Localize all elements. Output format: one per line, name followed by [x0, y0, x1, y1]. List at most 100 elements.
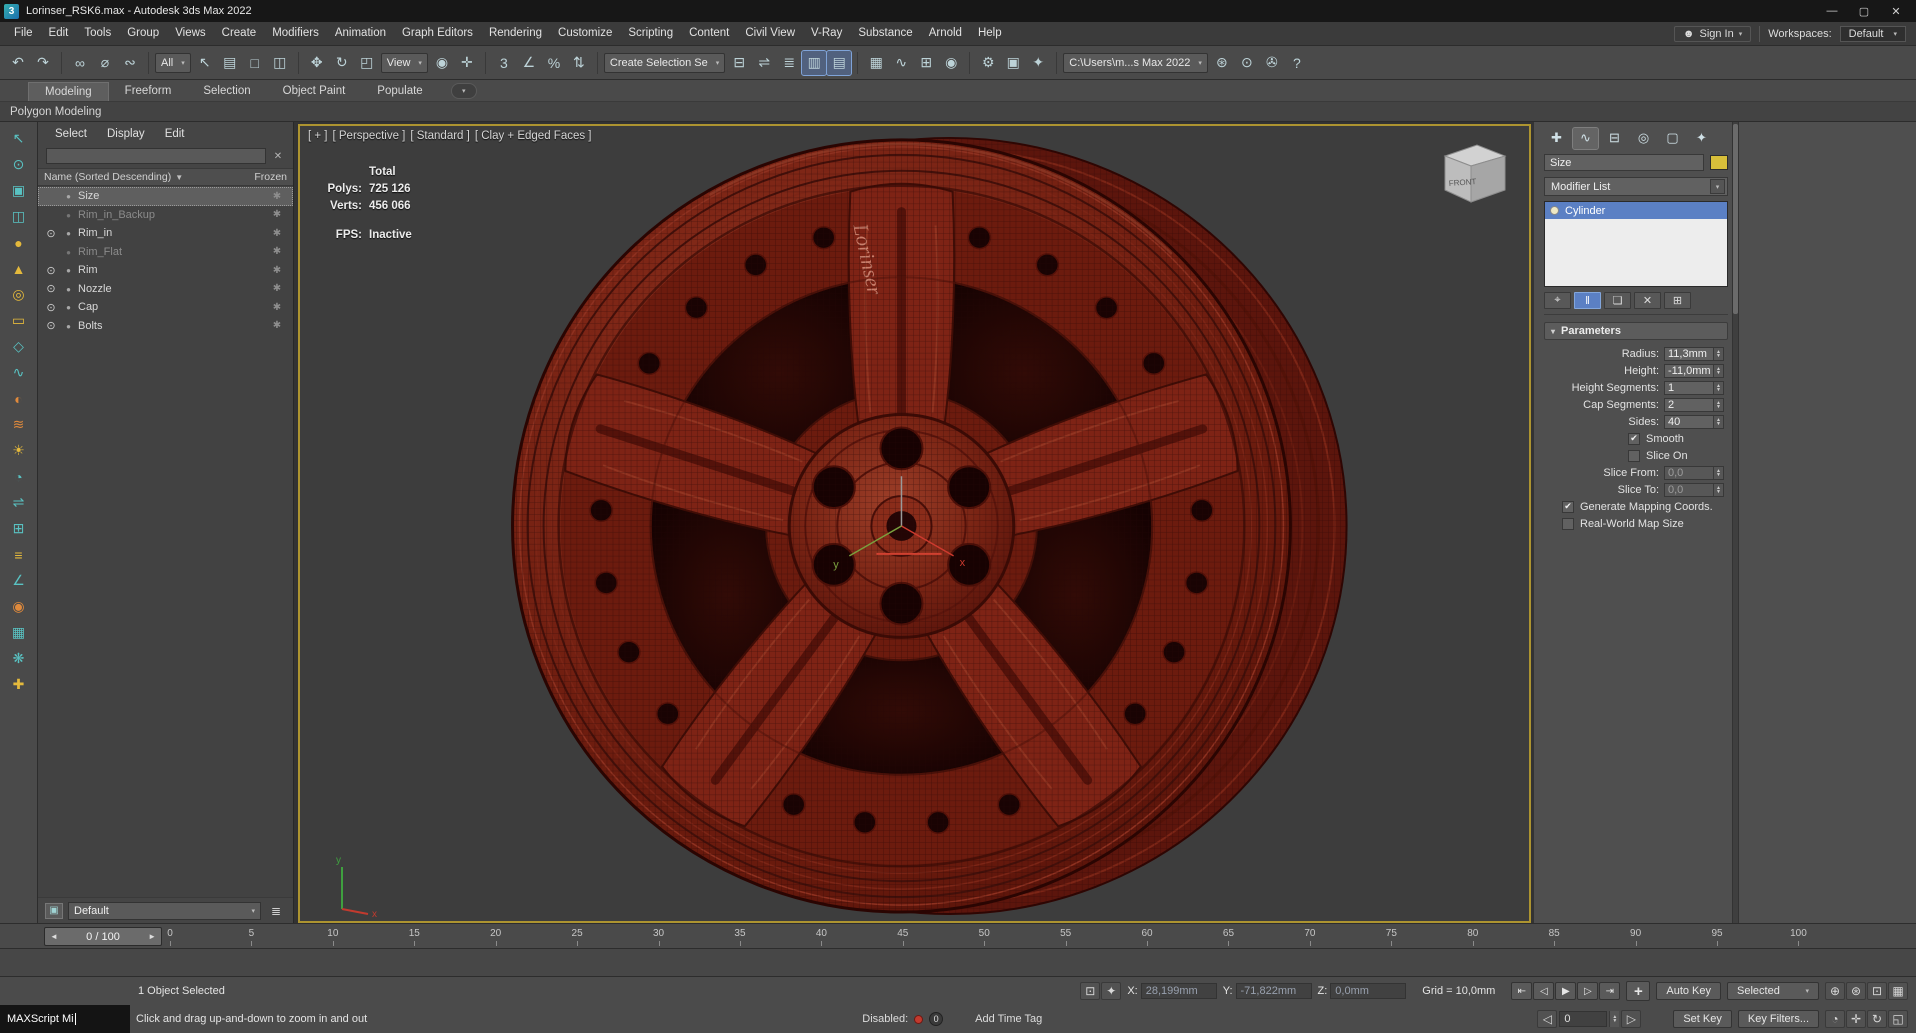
- scene-object-row[interactable]: Rim_in_Backup: [38, 206, 293, 225]
- spinner-arrows-icon[interactable]: ▲ ▼: [1713, 466, 1723, 479]
- viewport-standard-menu[interactable]: [ Standard ]: [410, 130, 469, 142]
- maximize-button[interactable]: ▢: [1848, 1, 1880, 21]
- frozen-toggle-icon[interactable]: [266, 302, 288, 313]
- active-layer-dropdown[interactable]: Default ▾: [68, 901, 261, 920]
- frozen-column-header[interactable]: Frozen: [254, 171, 287, 183]
- parameter-checkbox[interactable]: [1562, 517, 1574, 530]
- spinner-arrows-icon[interactable]: ▲ ▼: [1713, 398, 1723, 411]
- timeline-tick[interactable]: 65: [1223, 924, 1309, 948]
- create-tab-icon[interactable]: ✚: [1544, 128, 1569, 149]
- time-slider[interactable]: ◄ 0 / 100 ►: [44, 927, 162, 946]
- align-icon[interactable]: ≣: [777, 51, 801, 75]
- asset-library-icon[interactable]: ⊛: [1210, 51, 1234, 75]
- adaptive-degradation-icon[interactable]: 0: [929, 1012, 944, 1026]
- remove-modifier-icon[interactable]: ✕: [1634, 292, 1661, 309]
- timeline-tick[interactable]: 0: [167, 924, 251, 948]
- workspaces-dropdown[interactable]: Default ▾: [1839, 25, 1906, 42]
- snap-toggle-icon[interactable]: 3: [492, 51, 516, 75]
- show-end-result-icon[interactable]: ‖: [1574, 292, 1601, 309]
- menu-item[interactable]: File: [6, 22, 41, 45]
- add-time-tag[interactable]: Add Time Tag: [975, 1013, 1042, 1025]
- select-object-icon[interactable]: ↖: [193, 51, 217, 75]
- menu-item[interactable]: Group: [119, 22, 167, 45]
- spinner-arrows-icon[interactable]: ▲ ▼: [1713, 347, 1723, 360]
- selection-region-icon[interactable]: □: [243, 51, 267, 75]
- zoom-all-icon[interactable]: ⊛: [1846, 982, 1866, 1000]
- explorer-menu[interactable]: Select: [46, 128, 96, 140]
- object-color-swatch[interactable]: [1710, 155, 1728, 170]
- cylinder-primitive-icon[interactable]: ◫: [5, 204, 33, 229]
- configure-modifier-sets-icon[interactable]: ⊞: [1664, 292, 1691, 309]
- loft-icon[interactable]: ≋: [5, 412, 33, 437]
- close-button[interactable]: ✕: [1880, 1, 1912, 21]
- display-tab-icon[interactable]: ▢: [1660, 128, 1685, 149]
- scene-object-row[interactable]: Rim_in: [38, 224, 293, 243]
- shapes-icon[interactable]: ◇: [5, 334, 33, 359]
- frozen-toggle-icon[interactable]: [266, 283, 288, 294]
- uvw-map-icon[interactable]: ▦: [5, 620, 33, 645]
- set-key-button[interactable]: Set Key: [1673, 1010, 1732, 1028]
- current-frame-field[interactable]: 0: [1559, 1011, 1608, 1027]
- timeline-tick[interactable]: 50: [979, 924, 1065, 948]
- frozen-toggle-icon[interactable]: [266, 246, 288, 257]
- menu-item[interactable]: V-Ray: [803, 22, 850, 45]
- edit-named-selections-icon[interactable]: ⊟: [727, 51, 751, 75]
- timeline-tick[interactable]: 95: [1711, 924, 1798, 948]
- array-tool-icon[interactable]: ⊞: [5, 516, 33, 541]
- scene-object-row[interactable]: Cap: [38, 298, 293, 317]
- parameter-checkbox[interactable]: [1628, 432, 1640, 445]
- make-unique-icon[interactable]: ❏: [1604, 292, 1631, 309]
- redo-icon[interactable]: ↷: [31, 51, 55, 75]
- parameter-spinner-field[interactable]: 0,0 ▲ ▼: [1664, 482, 1724, 497]
- material-sphere-icon[interactable]: ◉: [5, 594, 33, 619]
- schematic-view-icon[interactable]: ⊞: [914, 51, 938, 75]
- ribbon-tab[interactable]: Modeling: [28, 82, 109, 101]
- modifier-enabled-icon[interactable]: [1550, 206, 1559, 215]
- parameters-rollout-header[interactable]: ▾ Parameters: [1544, 322, 1728, 340]
- sphere-primitive-icon[interactable]: ●: [5, 230, 33, 255]
- isolate-toggle-icon[interactable]: ⊙: [1235, 51, 1259, 75]
- sign-in-button[interactable]: ☻ Sign In ▾: [1673, 25, 1752, 42]
- menu-item[interactable]: Animation: [327, 22, 394, 45]
- previous-frame-button[interactable]: ◁: [1533, 982, 1555, 1000]
- menu-item[interactable]: Scripting: [620, 22, 681, 45]
- frame-forward-icon[interactable]: ▷: [1621, 1010, 1642, 1028]
- reset-xform-icon[interactable]: ✚: [5, 672, 33, 697]
- camera-icon[interactable]: ◔: [5, 464, 33, 489]
- timeline-tick[interactable]: 60: [1142, 924, 1228, 948]
- unlink-selection-icon[interactable]: ⌀: [93, 51, 117, 75]
- bind-to-spacewarp-icon[interactable]: ∾: [118, 51, 142, 75]
- spinner-arrows-icon[interactable]: ▲ ▼: [1713, 483, 1723, 496]
- menu-item[interactable]: Edit: [41, 22, 77, 45]
- go-to-end-button[interactable]: ⇥: [1599, 982, 1621, 1000]
- graphite-ribbon-icon[interactable]: ▦: [864, 51, 888, 75]
- cone-primitive-icon[interactable]: ▲: [5, 256, 33, 281]
- boolean-icon[interactable]: ◐: [5, 386, 33, 411]
- ribbon-options-button[interactable]: ▾: [450, 83, 477, 99]
- ribbon-section-polygon-modeling[interactable]: Polygon Modeling: [0, 102, 1916, 122]
- render-setup-icon[interactable]: ⚙: [976, 51, 1000, 75]
- spinner-snap-icon[interactable]: ⇅: [567, 51, 591, 75]
- frozen-toggle-icon[interactable]: [266, 228, 288, 239]
- modify-tab-icon[interactable]: ∿: [1572, 126, 1599, 150]
- timeline-tick[interactable]: 90: [1630, 924, 1717, 948]
- material-editor-icon[interactable]: ◉: [939, 51, 963, 75]
- select-and-move-icon[interactable]: ✥: [305, 51, 329, 75]
- next-frame-arrow-icon[interactable]: ►: [148, 932, 156, 941]
- named-selection-set-combo[interactable]: Create Selection Se ▾: [603, 52, 726, 73]
- scene-object-row[interactable]: Bolts: [38, 317, 293, 336]
- motion-tab-icon[interactable]: ◎: [1631, 128, 1656, 149]
- timeline-tick[interactable]: 70: [1304, 924, 1391, 948]
- spinner-arrows-icon[interactable]: ▲ ▼: [1713, 364, 1723, 377]
- wheel-model[interactable]: Lorinser x y: [300, 126, 1529, 921]
- parameter-spinner-field[interactable]: 11,3mm ▲ ▼: [1664, 346, 1724, 361]
- reference-coordinate-dropdown[interactable]: View ▾: [380, 52, 428, 73]
- viewport-general-menu[interactable]: [ + ]: [308, 130, 328, 142]
- timeline-tick[interactable]: 25: [572, 924, 658, 948]
- timeline-tick[interactable]: 45: [897, 924, 984, 948]
- angle-snap-icon[interactable]: ∠: [517, 51, 541, 75]
- timeline-tick[interactable]: 5: [249, 924, 332, 948]
- curve-editor-icon[interactable]: ∿: [889, 51, 913, 75]
- visibility-eye-icon[interactable]: [43, 301, 59, 314]
- project-folder-combo[interactable]: C:\Users\m...s Max 2022 ▾: [1063, 52, 1208, 73]
